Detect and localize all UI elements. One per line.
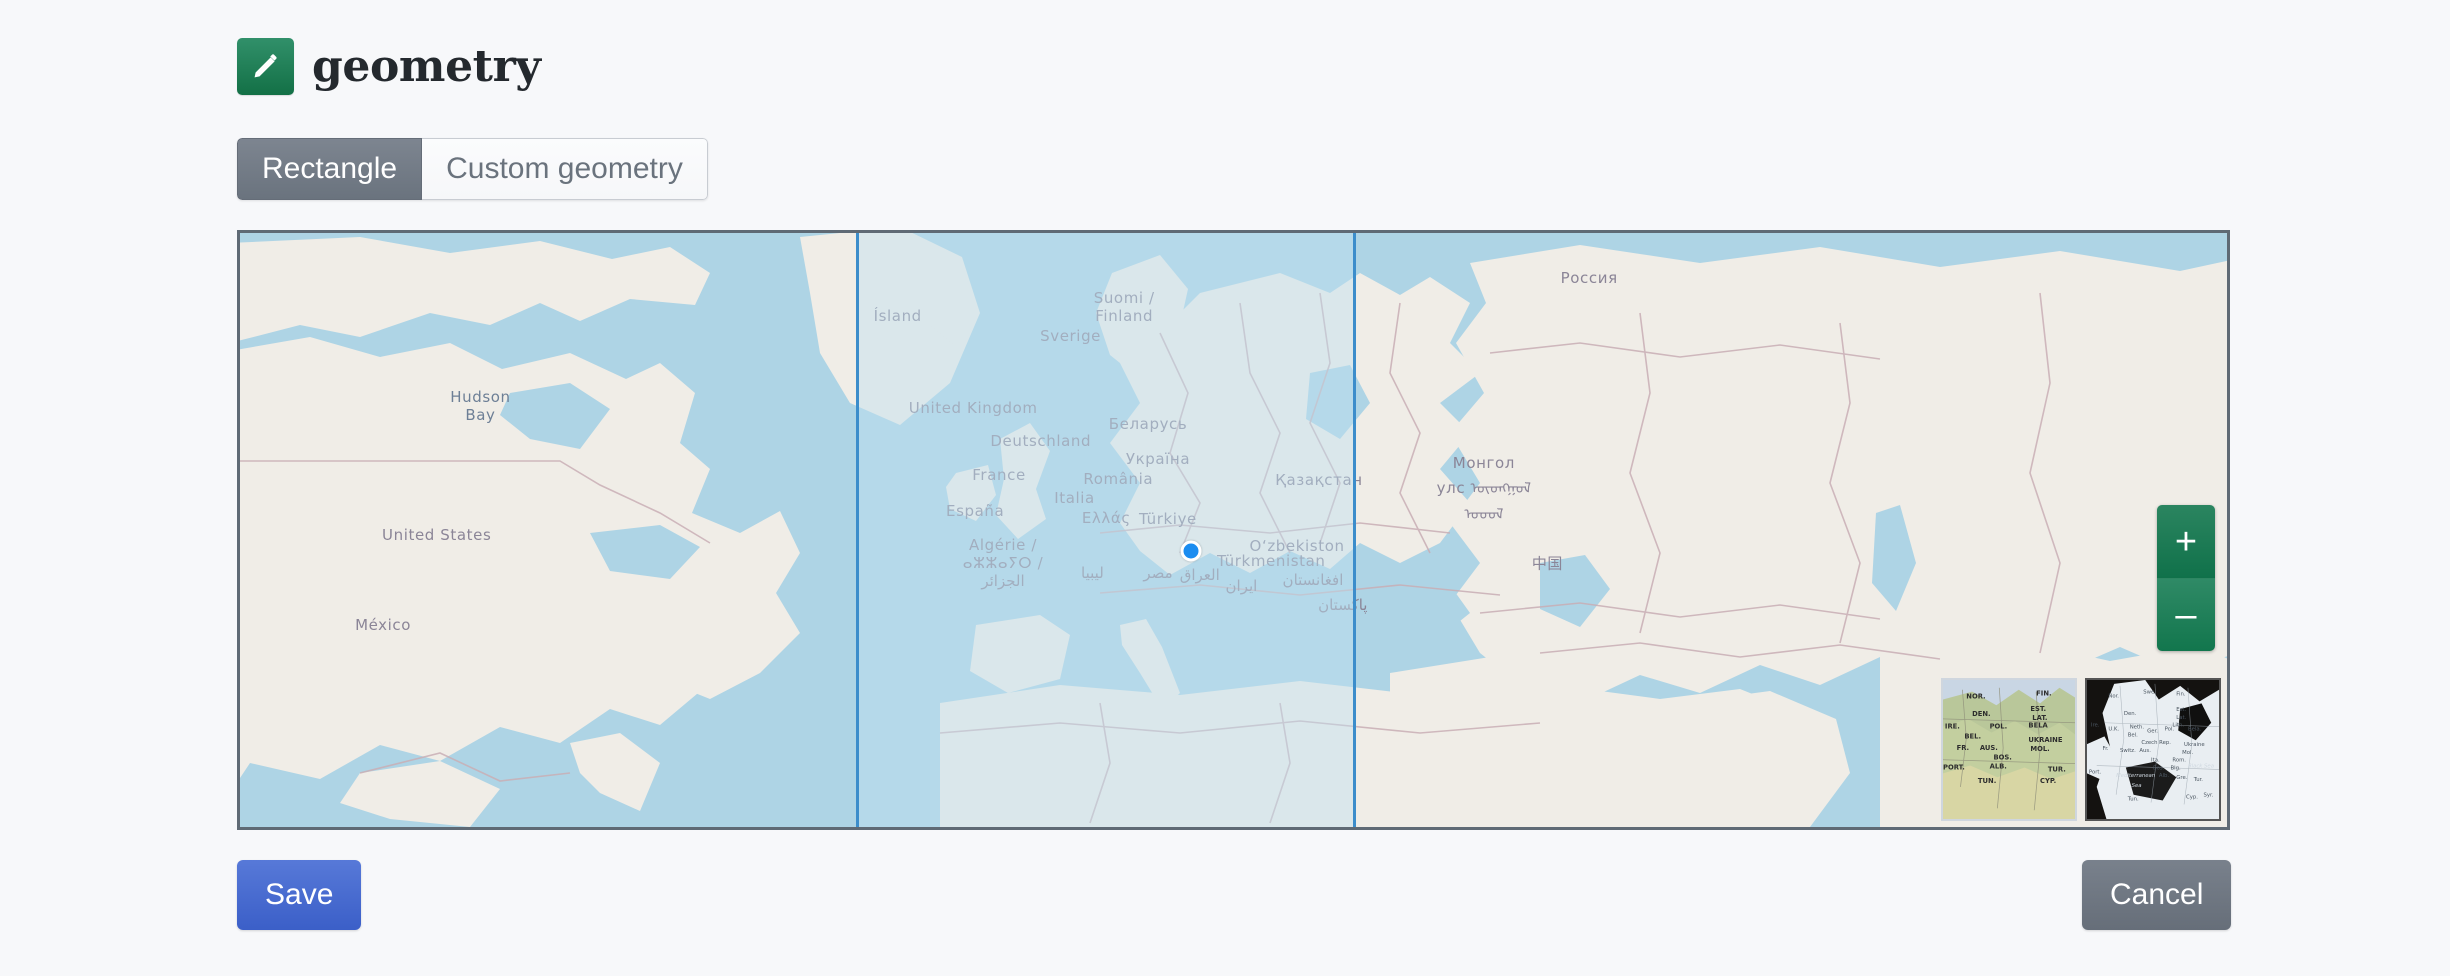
svg-text:Lith.: Lith. <box>2172 723 2184 729</box>
svg-text:Alb.: Alb. <box>2159 773 2169 779</box>
svg-text:BELA: BELA <box>2028 722 2048 730</box>
svg-text:Ire.: Ire. <box>2091 723 2100 729</box>
zoom-controls: + – <box>2157 505 2215 651</box>
svg-text:BEL.: BEL. <box>1964 732 1981 740</box>
svg-text:Ger.: Ger. <box>2147 728 2158 734</box>
page-title: geometry <box>312 40 541 92</box>
pencil-icon <box>252 53 279 80</box>
map-container[interactable]: Hudson Bay United States México Ísland Suomi… <box>237 230 2230 830</box>
svg-text:Gre.: Gre. <box>2176 775 2187 781</box>
location-marker[interactable] <box>1180 540 1202 562</box>
svg-text:DEN.: DEN. <box>1972 710 1991 718</box>
edit-geometry-button[interactable] <box>237 38 294 95</box>
svg-text:Mol.: Mol. <box>2182 750 2193 756</box>
svg-text:Black Sea: Black Sea <box>2188 763 2214 769</box>
svg-text:Port.: Port. <box>2089 769 2102 775</box>
svg-text:NOR.: NOR. <box>1966 692 1985 700</box>
svg-text:Swe.: Swe. <box>2143 690 2156 696</box>
svg-text:Fr.: Fr. <box>2103 746 2109 752</box>
svg-text:BOS.: BOS. <box>1993 754 2011 762</box>
svg-text:Czech Rep.: Czech Rep. <box>2141 740 2171 746</box>
svg-text:POL.: POL. <box>1990 723 2008 731</box>
svg-text:Est.: Est. <box>2176 707 2186 713</box>
basemap-thumb-dark[interactable]: Nor. Swe. Fin. Den. Est. Lat. Lith. Ire. U.K. … <box>2085 678 2221 821</box>
svg-text:CYP.: CYP. <box>2040 777 2056 785</box>
svg-text:UKRAINE: UKRAINE <box>2028 736 2062 744</box>
svg-text:Lat.: Lat. <box>2176 715 2186 721</box>
svg-text:Mediterranean: Mediterranean <box>2116 773 2156 779</box>
svg-text:Blg.: Blg. <box>2170 765 2181 771</box>
dark-thumb-image: Nor.Swe. Fin. Den.Est.Lat. Lith.Ire.U.K. … <box>2087 680 2219 819</box>
svg-text:Fin.: Fin. <box>2176 692 2186 698</box>
svg-text:MOL.: MOL. <box>2030 745 2049 753</box>
svg-text:TUR.: TUR. <box>2048 765 2066 773</box>
svg-text:Pol.: Pol. <box>2165 727 2175 733</box>
rectangle-selection-overlay[interactable] <box>856 233 1356 827</box>
terrain-thumb-image: NOR. FIN. EST.LAT. DEN. IRE. POL. BELA BEL.… <box>1943 680 2075 819</box>
zoom-out-button[interactable]: – <box>2157 578 2215 651</box>
svg-text:Switz.: Switz. <box>2120 748 2136 754</box>
svg-text:FR.: FR. <box>1957 744 1970 752</box>
svg-text:Aus.: Aus. <box>2139 748 2151 754</box>
basemap-thumb-terrain[interactable]: NOR. FIN. EST. LAT. DEN. IRE. POL. BELA BEL.… <box>1941 678 2077 821</box>
svg-text:EST.: EST. <box>2030 705 2046 713</box>
svg-text:Tun.: Tun. <box>2127 797 2139 803</box>
svg-text:Syr.: Syr. <box>2203 793 2213 799</box>
svg-text:Ita.: Ita. <box>2151 758 2160 764</box>
svg-text:Tur.: Tur. <box>2193 777 2204 783</box>
svg-text:Bos.: Bos. <box>2153 765 2165 771</box>
map-canvas[interactable]: Hudson Bay United States México Ísland Suomi… <box>240 233 2227 827</box>
svg-text:AUS.: AUS. <box>1980 744 1998 752</box>
svg-text:FIN.: FIN. <box>2036 690 2051 698</box>
page-header: geometry <box>237 38 541 95</box>
zoom-in-button[interactable]: + <box>2157 505 2215 578</box>
geometry-editor-page: geometry Rectangle Custom geometry Hudso… <box>0 0 2450 976</box>
svg-text:Sea: Sea <box>2132 783 2142 789</box>
basemap-switcher: NOR. FIN. EST. LAT. DEN. IRE. POL. BELA BEL.… <box>1941 678 2221 821</box>
svg-text:U.K.: U.K. <box>2108 727 2119 733</box>
save-button[interactable]: Save <box>237 860 362 930</box>
svg-text:Den.: Den. <box>2124 711 2137 717</box>
svg-text:Rom.: Rom. <box>2172 758 2186 764</box>
svg-text:Nor.: Nor. <box>2108 693 2119 699</box>
svg-text:Bel.: Bel. <box>2128 732 2138 738</box>
svg-text:Bela.: Bela. <box>2188 727 2202 733</box>
cancel-button[interactable]: Cancel <box>2082 860 2232 930</box>
svg-text:TUN.: TUN. <box>1978 777 1996 785</box>
svg-text:Ukraine: Ukraine <box>2184 742 2205 748</box>
svg-text:IRE.: IRE. <box>1945 723 1960 731</box>
svg-text:PORT.: PORT. <box>1943 763 1965 771</box>
geometry-mode-tabs: Rectangle Custom geometry <box>237 138 708 200</box>
tab-custom-geometry[interactable]: Custom geometry <box>422 138 708 200</box>
tab-rectangle[interactable]: Rectangle <box>237 138 423 200</box>
svg-text:ALB.: ALB. <box>1990 762 2007 770</box>
svg-text:Cyp.: Cyp. <box>2186 795 2198 801</box>
svg-text:LAT.: LAT. <box>2032 714 2047 722</box>
svg-text:Neth.: Neth. <box>2130 725 2145 731</box>
